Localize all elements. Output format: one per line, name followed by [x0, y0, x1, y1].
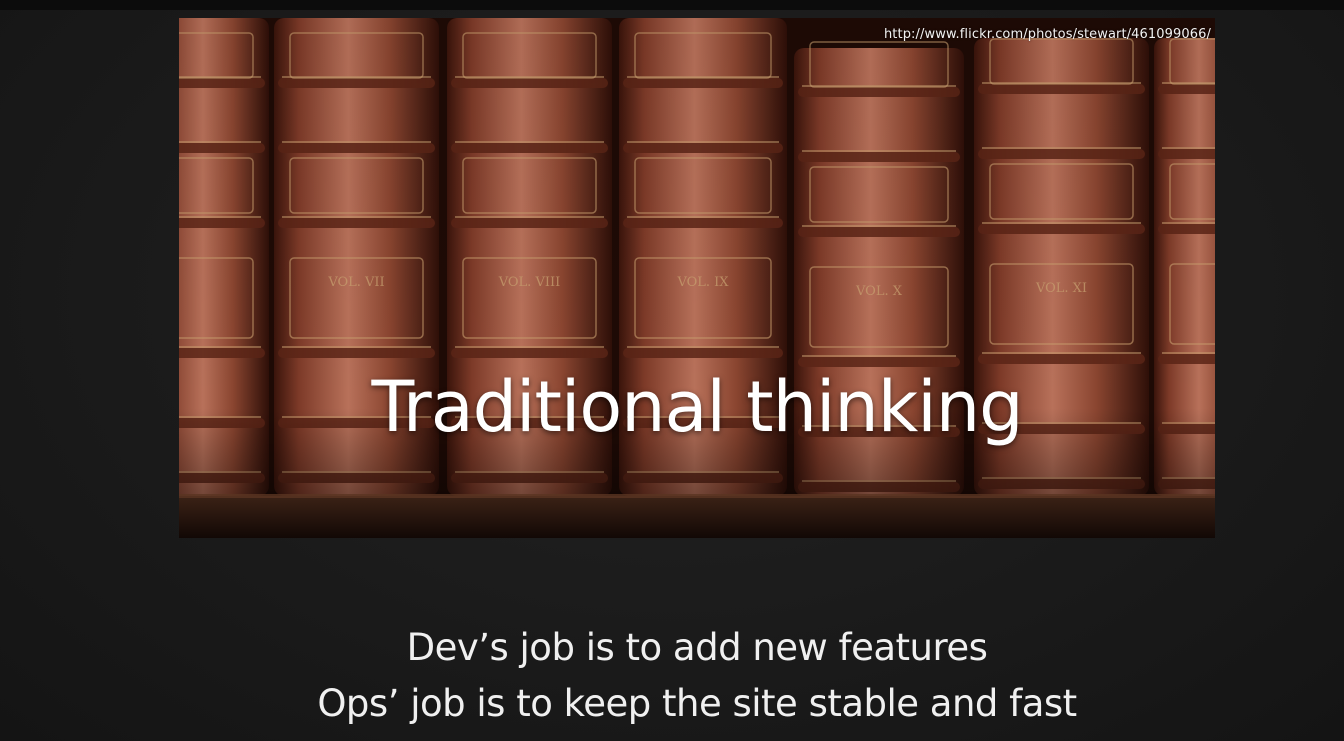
ops-job-line: Ops’ job is to keep the site stable and … [317, 682, 1077, 725]
top-bar [0, 0, 1344, 10]
slide-text: Dev’s job is to add new features Ops’ jo… [179, 620, 1215, 732]
encyclopedia-photo: VOL. VIIVOL. VIIIVOL. IXVOL. XVOL. XI ht… [179, 18, 1215, 538]
video-frame: VOL. VIIVOL. VIIIVOL. IXVOL. XVOL. XI ht… [0, 0, 1344, 741]
dev-job-line: Dev’s job is to add new features [406, 626, 988, 669]
photo-credit-url: http://www.flickr.com/photos/stewart/461… [883, 27, 1211, 42]
book-spines-image: VOL. VIIVOL. VIIIVOL. IXVOL. XVOL. XI [179, 18, 1215, 538]
slide-title: Traditional thinking [371, 366, 1023, 448]
